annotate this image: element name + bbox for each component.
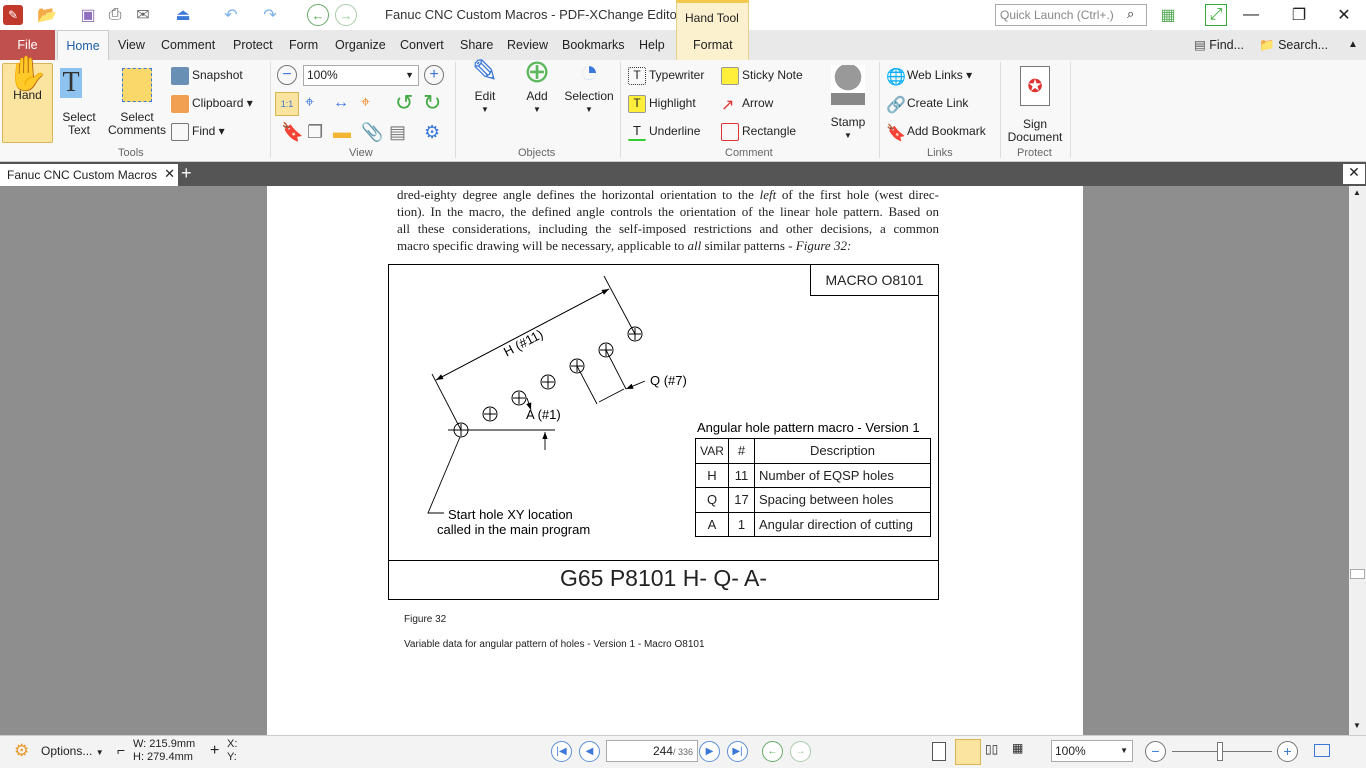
cell: Number of EQSP holes (754, 462, 931, 488)
zoom-slider-handle[interactable] (1217, 742, 1223, 761)
cell: H (695, 462, 729, 488)
status-bar: ⚙ Options... ▼ ⌐ W: 215.9mm H: 279.4mm + … (0, 735, 1366, 768)
options-button[interactable]: Options... ▼ (41, 744, 104, 758)
previous-page-button[interactable]: ◀ (579, 741, 600, 762)
cell: Spacing between holes (754, 487, 931, 513)
header-description: Description (754, 438, 931, 464)
page-width: W: 215.9mm (133, 738, 196, 750)
continuous-facing-icon[interactable]: ▦ (1012, 741, 1023, 755)
table-row: Q 17 Spacing between holes (695, 487, 931, 513)
header-var: VAR (695, 438, 729, 464)
cursor-position-icon: + (210, 742, 220, 759)
single-page-icon[interactable] (932, 742, 946, 761)
cell: 11 (728, 462, 755, 488)
figure-caption-text: Variable data for angular pattern of hol… (404, 639, 705, 650)
gear-icon: ⚙ (14, 741, 30, 760)
header-num: # (728, 438, 755, 464)
page-height: H: 279.4mm (133, 751, 193, 763)
options-label: Options... (41, 744, 93, 758)
full-screen-icon[interactable] (1314, 744, 1330, 757)
q-leader (625, 380, 646, 390)
cell: Q (695, 487, 729, 513)
extension-line (576, 365, 598, 405)
figure-caption-number: Figure 32 (404, 614, 447, 625)
cell: A (695, 511, 729, 537)
q-dimension-line (598, 388, 625, 403)
table-header-row: VAR # Description (695, 438, 931, 464)
cursor-coordinates: X: Y: (227, 738, 237, 764)
cell: 1 (728, 511, 755, 537)
extension-line (431, 373, 462, 431)
table-row: H 11 Number of EQSP holes (695, 462, 931, 488)
table-row: A 1 Angular direction of cutting (695, 511, 931, 537)
a-label: A (#1) (526, 407, 561, 422)
h-label: H (#11) (501, 326, 545, 359)
cell: 17 (728, 487, 755, 513)
facing-pages-icon[interactable]: ▯▯ (985, 742, 998, 756)
start-leader (427, 436, 461, 514)
status-zoom-in-button[interactable]: + (1277, 741, 1298, 762)
cell: Angular direction of cutting (754, 511, 931, 537)
status-zoom-out-button[interactable]: − (1145, 741, 1166, 762)
g-code-line: G65 P8101 H- Q- A- (559, 565, 768, 591)
current-page: 244 (652, 744, 673, 758)
page-number-input[interactable]: 244/ 336 (606, 740, 698, 762)
table-title: Angular hole pattern macro - Version 1 (697, 420, 920, 435)
next-view-button[interactable]: → (790, 741, 811, 762)
q-label: Q (#7) (650, 373, 687, 388)
status-zoom-value: 100% (1055, 744, 1086, 758)
status-zoom-select[interactable]: 100% ▼ (1051, 740, 1133, 762)
hole-pattern-drawing: H (#11) Q (#7) A (#1) Start hole XY loca… (427, 275, 920, 537)
continuous-page-icon[interactable] (955, 739, 981, 765)
page-dimensions: W: 215.9mm H: 279.4mm (133, 738, 195, 764)
next-page-button[interactable]: ▶ (699, 741, 720, 762)
start-label-2: called in the main program (437, 522, 590, 537)
variable-table: VAR # Description H 11 Number of EQSP holes … (695, 438, 931, 537)
start-label-1: Start hole XY location (448, 507, 573, 522)
first-page-button[interactable]: |◀ (551, 741, 572, 762)
total-pages: / 336 (672, 747, 693, 757)
tab-format[interactable]: Format (693, 30, 733, 60)
last-page-button[interactable]: ▶| (727, 741, 748, 762)
previous-view-button[interactable]: ← (762, 741, 783, 762)
page-size-icon: ⌐ (117, 742, 126, 758)
cursor-x: X: (227, 738, 238, 750)
extension-line (603, 275, 636, 335)
cursor-y: Y: (227, 751, 237, 763)
extension-line (605, 349, 627, 390)
